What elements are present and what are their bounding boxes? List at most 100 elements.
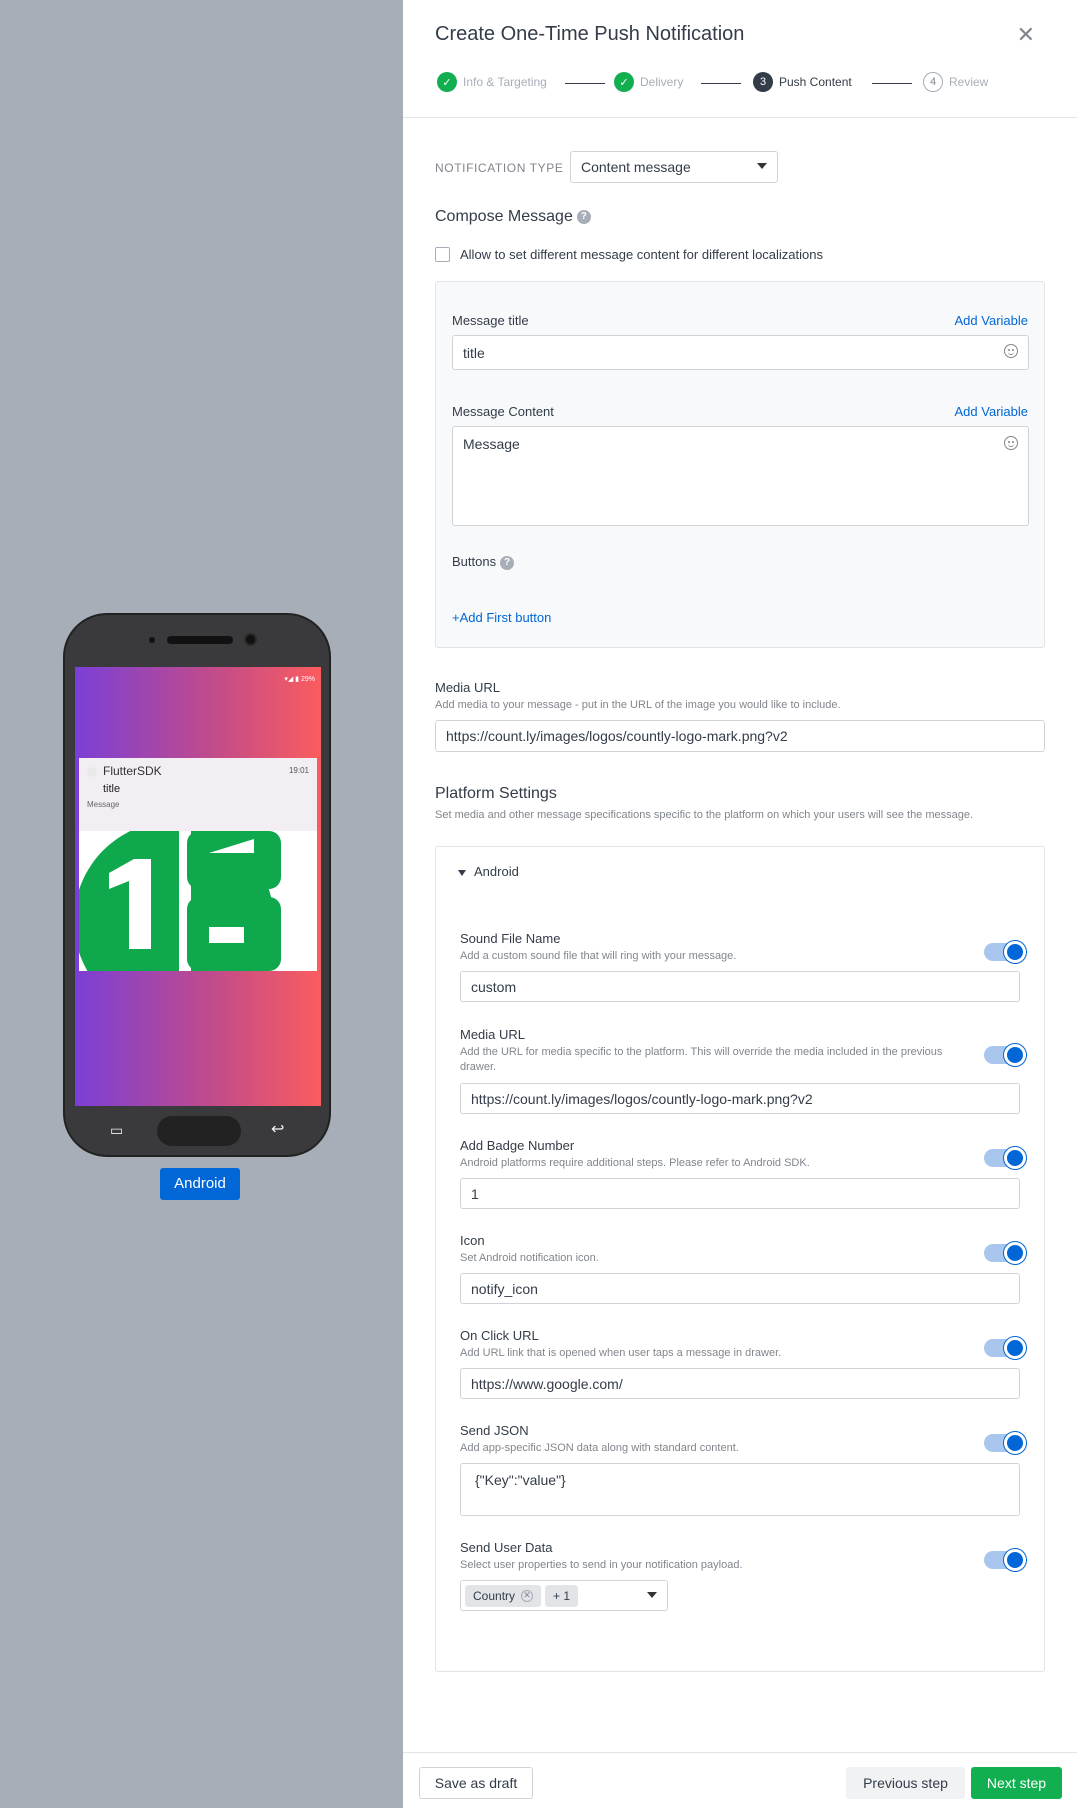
toggle-knob <box>1004 941 1026 963</box>
step-push-content[interactable]: 3 Push Content <box>753 72 852 92</box>
check-icon: ✓ <box>614 72 634 92</box>
message-content-textarea[interactable]: Message <box>452 426 1029 526</box>
badge-input[interactable]: 1 <box>460 1178 1020 1209</box>
badge-toggle[interactable] <box>984 1147 1026 1169</box>
notification-preview: FlutterSDK 19:01 title Message <box>79 758 317 971</box>
toggle-knob <box>1004 1242 1026 1264</box>
help-icon[interactable]: ? <box>576 209 591 224</box>
notification-message: Message <box>87 800 120 809</box>
message-content-value: Message <box>463 436 520 452</box>
home-button <box>157 1116 241 1146</box>
send-user-data-toggle[interactable] <box>984 1549 1026 1571</box>
sound-value: custom <box>471 978 517 995</box>
help-icon[interactable]: ? <box>500 555 515 570</box>
compose-box: Message title Add Variable title Message… <box>435 281 1045 648</box>
message-content-label: Message Content <box>452 404 554 419</box>
toggle-knob <box>1004 1432 1026 1454</box>
step-number: 4 <box>923 72 943 92</box>
send-json-description: Add app-specific JSON data along with st… <box>460 1442 739 1454</box>
save-draft-button[interactable]: Save as draft <box>419 1767 533 1799</box>
sound-description: Add a custom sound file that will ring w… <box>460 950 737 962</box>
app-icon <box>87 767 97 777</box>
notification-title: title <box>103 783 121 795</box>
notification-media-image <box>79 831 317 971</box>
notification-type-label: NOTIFICATION TYPE <box>435 161 564 175</box>
onclick-url-label: On Click URL <box>460 1328 539 1343</box>
battery-level: 29% <box>300 676 315 683</box>
create-notification-drawer: Create One-Time Push Notification ✕ ✓ In… <box>403 0 1077 1808</box>
icon-input[interactable]: notify_icon <box>460 1273 1020 1304</box>
send-user-data-label: Send User Data <box>460 1540 553 1555</box>
send-json-value: {"Key":"value"} <box>475 1472 566 1488</box>
send-json-label: Send JSON <box>460 1423 529 1438</box>
step-label: Push Content <box>779 75 852 89</box>
phone-screen: ▾◢ ▮ 29% FlutterSDK 19:01 title Message <box>75 667 321 1106</box>
badge-label: Add Badge Number <box>460 1138 575 1153</box>
step-info-targeting[interactable]: ✓ Info & Targeting <box>437 72 547 92</box>
caret-down-icon <box>458 869 466 876</box>
localization-checkbox-label: Allow to set different message content f… <box>460 247 823 262</box>
toggle-knob <box>1004 1337 1026 1359</box>
status-bar: ▾◢ ▮ 29% <box>284 675 315 683</box>
onclick-url-toggle[interactable] <box>984 1337 1026 1359</box>
badge-description: Android platforms require additional ste… <box>460 1157 810 1169</box>
android-collapse-toggle[interactable]: Android <box>458 864 519 879</box>
next-step-button[interactable]: Next step <box>971 1767 1062 1799</box>
add-variable-content-link[interactable]: Add Variable <box>955 404 1028 419</box>
step-label: Info & Targeting <box>463 75 547 89</box>
android-media-label: Media URL <box>460 1027 526 1042</box>
toggle-knob <box>1004 1147 1026 1169</box>
send-json-textarea[interactable]: {"Key":"value"} <box>460 1463 1020 1516</box>
badge-value: 1 <box>471 1185 479 1202</box>
icon-toggle[interactable] <box>984 1242 1026 1264</box>
platform-android-button[interactable]: Android <box>160 1168 240 1200</box>
sound-toggle[interactable] <box>984 941 1026 963</box>
step-delivery[interactable]: ✓ Delivery <box>614 72 683 92</box>
step-review[interactable]: 4 Review <box>923 72 988 92</box>
phone-nav-bar: ▭ ↩ <box>65 1107 329 1155</box>
localization-checkbox-row[interactable]: Allow to set different message content f… <box>435 247 823 262</box>
toggle-knob <box>1004 1044 1026 1066</box>
phone-mockup: ▾◢ ▮ 29% FlutterSDK 19:01 title Message <box>63 613 331 1157</box>
message-title-input[interactable]: title <box>452 335 1029 370</box>
send-json-toggle[interactable] <box>984 1432 1026 1454</box>
notification-time: 19:01 <box>288 766 309 775</box>
remove-tag-icon[interactable]: ✕ <box>521 1589 534 1602</box>
notification-app-name: FlutterSDK <box>103 764 162 778</box>
user-properties-select[interactable]: Country ✕ + 1 <box>460 1580 668 1611</box>
recents-icon: ▭ <box>110 1122 124 1138</box>
localization-checkbox[interactable] <box>435 247 450 262</box>
sound-label: Sound File Name <box>460 931 561 946</box>
phone-speaker <box>167 636 233 644</box>
caret-down-icon <box>757 163 767 169</box>
buttons-label-text: Buttons <box>452 554 497 569</box>
back-icon: ↩ <box>271 1121 285 1138</box>
icon-description: Set Android notification icon. <box>460 1252 599 1264</box>
drawer-header: Create One-Time Push Notification ✕ ✓ In… <box>403 0 1077 118</box>
previous-step-button[interactable]: Previous step <box>846 1767 965 1799</box>
media-url-input[interactable]: https://count.ly/images/logos/countly-lo… <box>435 720 1045 752</box>
compose-heading-text: Compose Message <box>435 208 573 225</box>
emoji-icon[interactable] <box>1004 344 1018 358</box>
camera-icon <box>244 633 257 646</box>
android-media-toggle[interactable] <box>984 1044 1026 1066</box>
notification-type-select[interactable]: Content message <box>570 151 778 183</box>
step-connector <box>565 83 605 84</box>
notification-type-value: Content message <box>581 159 691 175</box>
add-first-button-link[interactable]: +Add First button <box>452 610 551 625</box>
android-media-input[interactable]: https://count.ly/images/logos/countly-lo… <box>460 1083 1020 1114</box>
user-property-tag: Country ✕ <box>465 1584 542 1607</box>
icon-label: Icon <box>460 1233 485 1248</box>
emoji-icon[interactable] <box>1004 436 1018 450</box>
onclick-url-input[interactable]: https://www.google.com/ <box>460 1368 1020 1399</box>
close-icon[interactable]: ✕ <box>1017 22 1035 48</box>
check-icon: ✓ <box>437 72 457 92</box>
onclick-url-value: https://www.google.com/ <box>471 1375 623 1392</box>
media-url-label: Media URL <box>435 680 501 695</box>
preview-panel: ▾◢ ▮ 29% FlutterSDK 19:01 title Message <box>0 0 403 1808</box>
sound-input[interactable]: custom <box>460 971 1020 1002</box>
step-label: Delivery <box>640 75 684 89</box>
step-connector <box>701 83 741 84</box>
more-tags-badge: + 1 <box>545 1584 579 1607</box>
add-variable-title-link[interactable]: Add Variable <box>955 313 1028 328</box>
